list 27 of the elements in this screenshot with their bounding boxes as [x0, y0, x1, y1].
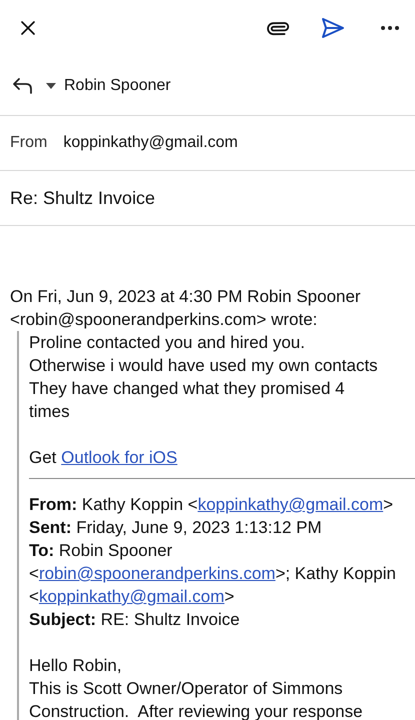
- send-icon: [321, 17, 345, 39]
- quoted-text: They have changed what they promised 4: [29, 378, 345, 400]
- from-label: From: [10, 133, 48, 153]
- header-line: <koppinkathy@gmail.com>: [29, 586, 234, 608]
- header-line: Sent: Friday, June 9, 2023 1:13:12 PM: [29, 517, 322, 539]
- quoted-text: Proline contacted you and hired you.: [29, 332, 305, 354]
- signature-text: Get Outlook for iOS: [29, 446, 178, 469]
- header-line: Subject: RE: Shultz Invoice: [29, 609, 240, 631]
- reply-icon: [12, 76, 34, 94]
- quote-attribution: On Fri, Jun 9, 2023 at 4:30 PM Robin Spooner: [10, 286, 361, 308]
- recipient-name: Robin Spooner: [64, 76, 171, 96]
- email-link[interactable]: Outlook for iOS: [61, 446, 178, 469]
- body-text: Hello Robin,: [29, 655, 122, 677]
- more-icon: [381, 26, 399, 30]
- email-link[interactable]: koppinkathy@gmail.com: [38, 587, 224, 606]
- subject-text: Re: Shultz Invoice: [10, 186, 156, 210]
- header-line: <robin@spoonerandperkins.com>; Kathy Koppin: [29, 563, 396, 585]
- caret-icon: [46, 82, 56, 88]
- from-address: koppinkathy@gmail.com: [63, 133, 238, 153]
- quoted-text: Otherwise i would have used my own contacts: [29, 355, 378, 377]
- quote-attribution: <robin@spoonerandperkins.com> wrote:: [10, 309, 318, 331]
- email-link[interactable]: koppinkathy@gmail.com: [198, 495, 384, 514]
- email-link[interactable]: robin@spoonerandperkins.com: [38, 564, 276, 583]
- header-line: To: Robin Spooner: [29, 540, 172, 562]
- quoted-text: times: [29, 401, 70, 423]
- header-line: From: Kathy Koppin <koppinkathy@gmail.com>: [29, 494, 394, 516]
- body-text: This is Scott Owner/Operator of Simmons: [29, 678, 343, 700]
